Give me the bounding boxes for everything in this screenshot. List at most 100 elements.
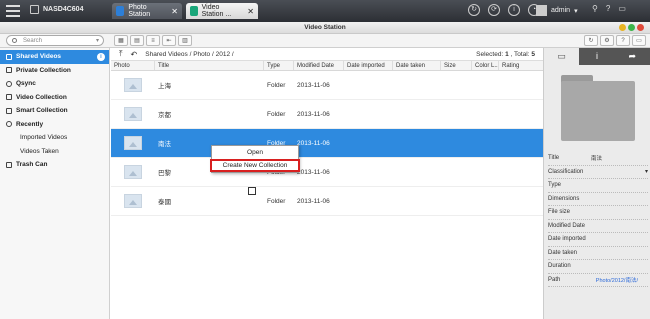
refresh-button[interactable]: ↻ [584,35,598,46]
back-icon[interactable]: ↶ [131,50,138,59]
context-menu: Open Create New Collection [210,145,300,173]
prop-duration: Duration [548,260,648,274]
thumbnail-view-icon[interactable]: ▦ [114,35,128,46]
clock-icon [6,121,12,128]
close-icon[interactable]: ✕ [171,7,178,16]
sidebar-item-trash-can[interactable]: Trash Can [0,158,109,172]
column-header[interactable]: Rating [499,61,543,70]
video-icon: ▭ [557,51,566,61]
collection-icon [6,94,12,101]
column-header[interactable]: Type [264,61,294,70]
tab-share[interactable]: ➦ [615,48,650,65]
tab-photo-station[interactable]: Photo Station ✕ [112,3,182,19]
menu-icon[interactable] [6,5,20,17]
timeline-view-icon[interactable]: ⇤ [162,35,176,46]
photo-station-icon [116,6,125,16]
qsync-icon [6,80,12,87]
folder-thumbnail [124,165,142,179]
row-checkbox[interactable] [248,187,256,195]
folder-thumbnail [124,194,142,208]
table-row[interactable]: 泰國 Folder 2013-11-06 [111,187,543,216]
search-icon [12,38,17,43]
folder-icon [6,53,12,60]
table-row[interactable]: 京都 Folder 2013-11-06 [111,100,543,129]
prop-classification[interactable]: Classification ▾ [548,166,648,179]
properties-list: Title 南法 Classification ▾ Type Dimensions … [548,152,648,287]
menu-item-create-new-collection[interactable]: Create New Collection [210,159,300,172]
help-icon[interactable]: ? [606,4,610,13]
user-menu[interactable]: admin ▾ [536,5,578,16]
trash-icon [6,161,12,168]
info-icon[interactable]: i [508,4,520,16]
minimize-icon[interactable] [619,24,626,31]
prop-type: Type [548,179,648,193]
tab-preview[interactable]: ▭ [544,48,580,65]
sidebar-item-imported-videos[interactable]: Imported Videos [0,131,109,145]
column-header[interactable]: Size [441,61,472,70]
detail-view-icon[interactable]: ▥ [178,35,192,46]
sync-icon[interactable]: ⟳ [488,4,500,16]
details-tabs: ▭ i ➦ [544,48,650,65]
breadcrumb[interactable]: Shared Videos / Photo / 2012 / [145,51,233,58]
info-icon: i [595,51,598,61]
panel-toggle-button[interactable]: ▭ [632,35,646,46]
path-bar: ⤒ ↶ Shared Videos / Photo / 2012 / Selec… [111,48,543,61]
prop-file-size: File size [548,206,648,220]
prop-date-taken: Date taken [548,247,648,260]
avatar [536,5,547,16]
table-header: Photo Title Type Modified Date Date impo… [111,61,543,71]
search-options-icon[interactable]: ▾ [96,36,99,46]
prop-date-imported: Date imported [548,233,648,247]
chevron-down-icon[interactable]: ▾ [645,168,648,175]
help-button[interactable]: ? [616,35,630,46]
refresh-icon[interactable]: ↻ [468,4,480,16]
share-arrow-icon: ➦ [628,51,637,61]
sidebar-item-shared-videos[interactable]: Shared Videos i [0,50,109,64]
close-window-icon[interactable] [637,24,644,31]
close-icon[interactable]: ✕ [247,7,254,16]
prop-modified-date: Modified Date [548,220,648,233]
table-row[interactable]: 上海 Folder 2013-11-06 [111,71,543,100]
column-header[interactable]: Modified Date [294,61,344,70]
settings-button[interactable]: ⚙ [600,35,614,46]
smart-collection-icon [6,107,12,114]
sidebar-item-video-collection[interactable]: Video Collection [0,91,109,105]
nas-name[interactable]: NASD4C604 [30,5,83,14]
sidebar: Shared Videos i Private Collection Qsync … [0,48,110,319]
search-input[interactable]: Search ▾ [6,35,104,46]
table-row[interactable]: 巴黎 Folder 2013-11-06 [111,158,543,187]
info-badge[interactable]: i [97,52,105,61]
maximize-icon[interactable] [628,24,635,31]
prop-path: Path Photo/2012/南法/ [548,274,648,287]
sidebar-item-videos-taken[interactable]: Videos Taken [0,145,109,159]
search-icon[interactable]: ⚲ [592,4,598,13]
folder-thumbnail [124,78,142,92]
window-title-bar: Video Station [0,22,650,34]
folder-preview-icon [561,75,635,141]
column-header[interactable]: Title [155,61,264,70]
sidebar-item-private-collection[interactable]: Private Collection [0,64,109,78]
toolbar: Search ▾ ▦ ▤ ≡ ⇤ ▥ ↻ ⚙ ? ▭ [0,34,650,48]
sidebar-item-smart-collection[interactable]: Smart Collection [0,104,109,118]
folder-thumbnail [124,136,142,150]
lock-icon [6,67,12,74]
menu-item-open[interactable]: Open [212,146,298,159]
grid-view-icon[interactable]: ▤ [130,35,144,46]
details-panel: ▭ i ➦ Title 南法 Classification ▾ Type Dimen… [543,48,650,319]
folder-thumbnail [124,107,142,121]
column-header[interactable]: Date imported [344,61,393,70]
tab-video-station[interactable]: Video Station ... ✕ [186,3,258,19]
column-header[interactable]: Photo [111,61,155,70]
tab-info[interactable]: i [579,48,614,65]
window-title: Video Station [304,24,346,31]
upload-icon[interactable]: ⤒ [119,49,123,59]
home-icon [30,5,39,14]
table-row-selected[interactable]: 南法 Folder 2013-11-06 [111,129,543,158]
sidebar-item-qsync[interactable]: Qsync [0,77,109,91]
prop-title: Title 南法 [548,152,648,166]
column-header[interactable]: Date taken [393,61,441,70]
monitor-icon[interactable]: ▭ [618,4,626,13]
list-view-icon[interactable]: ≡ [146,35,160,46]
sidebar-item-recently[interactable]: Recently [0,118,109,132]
column-header[interactable]: Color L... [472,61,499,70]
